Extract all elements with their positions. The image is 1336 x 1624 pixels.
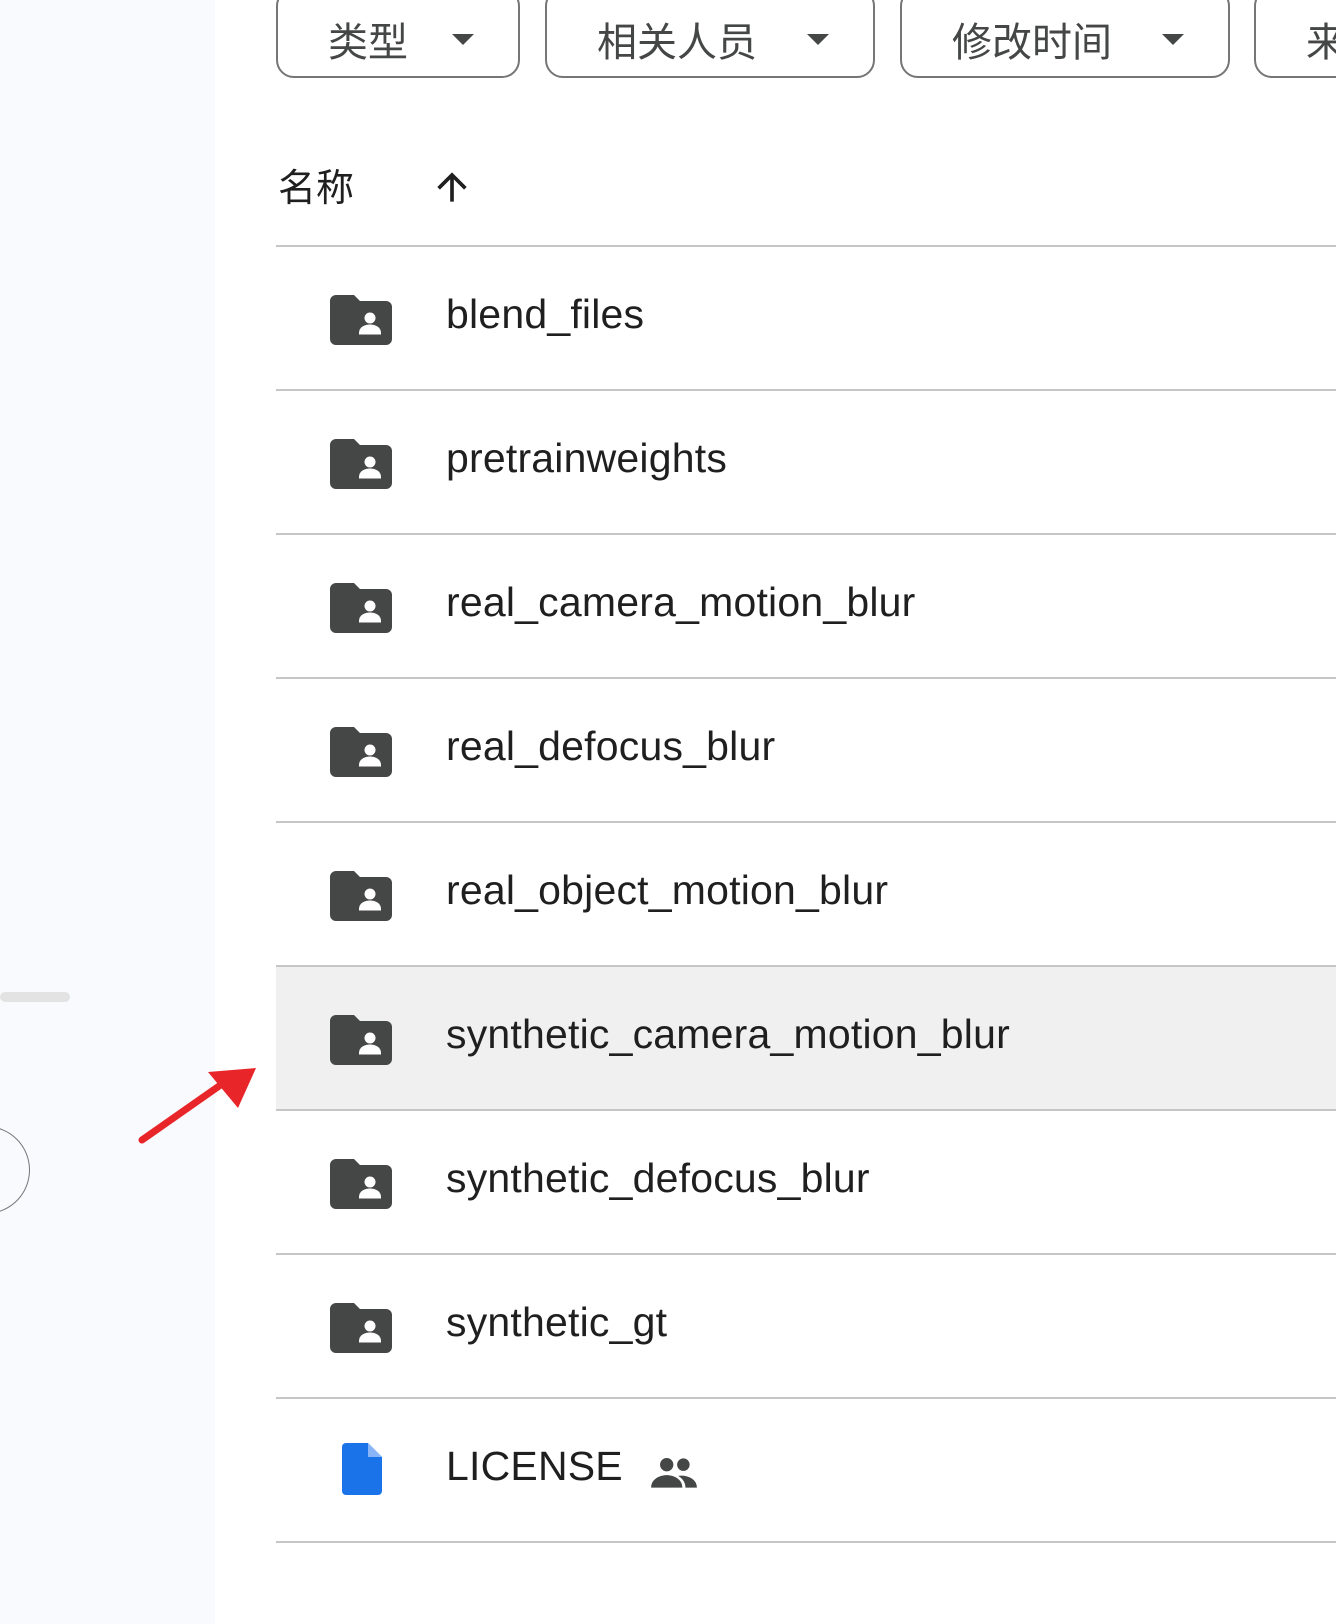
- shared-folder-icon: [330, 871, 392, 921]
- file-name: real_defocus_blur: [446, 723, 776, 769]
- shared-folder-icon: [330, 1015, 392, 1065]
- annotation-arrow-icon: [138, 1068, 256, 1144]
- shared-folder-icon: [330, 583, 392, 633]
- shared-folder-icon: [330, 439, 392, 489]
- sidebar-circle-button[interactable]: [0, 1126, 30, 1214]
- filter-type-label: 类型: [328, 20, 408, 66]
- file-row[interactable]: real_object_motion_blur: [276, 823, 1336, 967]
- file-name: pretrainweights: [446, 435, 728, 481]
- file-row[interactable]: synthetic_camera_motion_blur: [276, 967, 1336, 1111]
- file-row[interactable]: synthetic_defocus_blur: [276, 1111, 1336, 1255]
- name-column-header[interactable]: 名称: [278, 157, 354, 212]
- filter-modified-chip[interactable]: 修改时间: [900, 0, 1230, 78]
- storage-bar: [0, 992, 70, 1002]
- filter-source-label: 来: [1306, 20, 1336, 66]
- name-column-label: 名称: [278, 166, 355, 210]
- filter-people-chip[interactable]: 相关人员: [545, 0, 875, 78]
- file-name: synthetic_camera_motion_blur: [446, 1011, 1010, 1057]
- chevron-down-icon: [1162, 34, 1184, 45]
- file-row[interactable]: real_defocus_blur: [276, 679, 1336, 823]
- filter-people-label: 相关人员: [597, 20, 757, 66]
- filter-modified-label: 修改时间: [952, 20, 1112, 66]
- arrow-up-icon[interactable]: [430, 165, 474, 209]
- file-name: real_camera_motion_blur: [446, 579, 916, 625]
- file-row[interactable]: blend_files: [276, 247, 1336, 391]
- people-icon: [651, 1458, 697, 1488]
- file-row[interactable]: synthetic_gt: [276, 1255, 1336, 1399]
- filter-type-chip[interactable]: 类型: [276, 0, 520, 78]
- file-row[interactable]: real_camera_motion_blur: [276, 535, 1336, 679]
- file-name: LICENSE: [446, 1443, 623, 1489]
- file-name: synthetic_defocus_blur: [446, 1155, 870, 1201]
- file-name: synthetic_gt: [446, 1299, 668, 1345]
- chevron-down-icon: [452, 34, 474, 45]
- chevron-down-icon: [807, 34, 829, 45]
- file-name: blend_files: [446, 291, 645, 337]
- shared-folder-icon: [330, 295, 392, 345]
- drive-file-list-page: 类型 相关人员 修改时间 来 名称 blend_files pretrainwei…: [0, 0, 1336, 1624]
- file-name: real_object_motion_blur: [446, 867, 889, 913]
- docs-icon: [342, 1443, 382, 1495]
- file-row[interactable]: LICENSE: [276, 1399, 1336, 1543]
- shared-folder-icon: [330, 1303, 392, 1353]
- shared-folder-icon: [330, 1159, 392, 1209]
- sidebar: [0, 0, 215, 1624]
- filter-source-chip[interactable]: 来: [1254, 0, 1336, 78]
- file-row[interactable]: pretrainweights: [276, 391, 1336, 535]
- shared-folder-icon: [330, 727, 392, 777]
